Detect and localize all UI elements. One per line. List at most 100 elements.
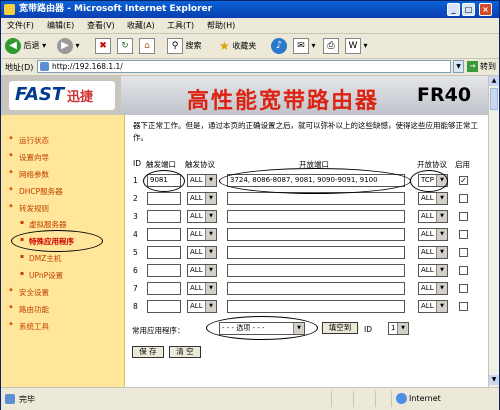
- table-row: 6 ALL ▼ ALL ▼: [131, 264, 486, 278]
- trigger-port-input[interactable]: [147, 300, 181, 313]
- header-enable: 启用: [455, 160, 470, 169]
- trigger-protocol-select[interactable]: ALL ▼: [187, 192, 217, 205]
- print-button[interactable]: ⎙: [323, 36, 339, 56]
- open-port-input[interactable]: [227, 264, 405, 277]
- forward-button[interactable]: ▶ ▾: [57, 36, 80, 56]
- sidebar-item-status[interactable]: 运行状态: [9, 135, 49, 146]
- sidebar-item-virtual-server[interactable]: 虚拟服务器: [20, 219, 66, 230]
- sidebar-nav: 运行状态 设置向导 网络参数 DHCP服务器 转发规则 虚拟服务器 特殊应用程序…: [1, 115, 125, 387]
- maximize-button[interactable]: □: [462, 3, 475, 16]
- scroll-thumb[interactable]: [490, 88, 498, 110]
- open-protocol-select[interactable]: ALL ▼: [418, 300, 448, 313]
- sidebar-item-security[interactable]: 安全设置: [9, 287, 49, 298]
- trigger-protocol-select[interactable]: ALL ▼: [187, 174, 217, 187]
- enable-checkbox[interactable]: ✓: [459, 176, 468, 185]
- close-button[interactable]: ×: [479, 3, 492, 16]
- trigger-protocol-select[interactable]: ALL ▼: [187, 282, 217, 295]
- stop-button[interactable]: ✖: [95, 36, 111, 56]
- enable-checkbox[interactable]: [459, 230, 468, 239]
- go-button[interactable]: → 转到: [467, 60, 496, 73]
- edit-page-icon: W: [345, 37, 361, 54]
- open-port-input[interactable]: [227, 192, 405, 205]
- open-protocol-select[interactable]: ALL ▼: [418, 192, 448, 205]
- id-label: ID: [364, 325, 372, 334]
- table-row: 3 ALL ▼ ALL ▼: [131, 210, 486, 224]
- address-input[interactable]: http://192.168.1.1/: [37, 60, 451, 73]
- home-button[interactable]: ⌂: [139, 36, 155, 56]
- menu-edit[interactable]: 编辑(E): [47, 20, 74, 31]
- trigger-protocol-select[interactable]: ALL ▼: [187, 264, 217, 277]
- mail-icon: ✉: [293, 37, 309, 54]
- banner-title: 高性能宽带路由器: [187, 89, 380, 114]
- sidebar-item-upnp[interactable]: UPnP设置: [20, 270, 63, 281]
- trigger-port-input[interactable]: 9081: [147, 174, 181, 187]
- sidebar-item-wizard[interactable]: 设置向导: [9, 152, 49, 163]
- enable-checkbox[interactable]: [459, 248, 468, 257]
- enable-checkbox[interactable]: [459, 194, 468, 203]
- search-button[interactable]: ⚲ 搜索: [167, 36, 202, 56]
- open-protocol-select[interactable]: ALL ▼: [418, 228, 448, 241]
- enable-checkbox[interactable]: [459, 266, 468, 275]
- sidebar-item-special-app[interactable]: 特殊应用程序: [20, 236, 74, 247]
- sidebar-item-network[interactable]: 网络参数: [9, 169, 49, 180]
- open-port-input[interactable]: [227, 282, 405, 295]
- sidebar-item-routing[interactable]: 路由功能: [9, 304, 49, 315]
- minimize-button[interactable]: _: [447, 3, 460, 16]
- sidebar-item-system[interactable]: 系统工具: [9, 321, 49, 332]
- open-protocol-select[interactable]: TCP ▼: [418, 174, 448, 187]
- trigger-protocol-select[interactable]: ALL ▼: [187, 210, 217, 223]
- page-description: 器下正常工作。但是，通过本页的正确设置之后，就可以弥补以上的这些缺憾，使得这些应…: [133, 121, 478, 142]
- trigger-port-input[interactable]: [147, 264, 181, 277]
- menu-file[interactable]: 文件(F): [7, 20, 34, 31]
- open-protocol-select[interactable]: ALL ▼: [418, 210, 448, 223]
- refresh-button[interactable]: ↻: [117, 36, 133, 56]
- media-button[interactable]: ♪: [271, 36, 287, 56]
- open-port-input[interactable]: [227, 228, 405, 241]
- open-protocol-select[interactable]: ALL ▼: [418, 246, 448, 259]
- header-trigger-port: 触发端口: [146, 160, 176, 169]
- open-protocol-select[interactable]: ALL ▼: [418, 282, 448, 295]
- enable-checkbox[interactable]: [459, 302, 468, 311]
- sidebar-item-dmz[interactable]: DMZ主机: [20, 253, 62, 264]
- open-protocol-select[interactable]: ALL ▼: [418, 264, 448, 277]
- menu-tools[interactable]: 工具(T): [167, 20, 194, 31]
- go-arrow-icon: →: [467, 61, 478, 72]
- trigger-port-input[interactable]: [147, 282, 181, 295]
- mail-button[interactable]: ✉ ▾: [293, 36, 316, 56]
- vertical-scrollbar[interactable]: ▲ ▼: [488, 76, 499, 387]
- scroll-down-icon[interactable]: ▼: [489, 375, 499, 385]
- trigger-protocol-select[interactable]: ALL ▼: [187, 300, 217, 313]
- trigger-protocol-select[interactable]: ALL ▼: [187, 246, 217, 259]
- enable-checkbox[interactable]: [459, 212, 468, 221]
- edit-button[interactable]: W ▾: [345, 36, 368, 56]
- trigger-port-input[interactable]: [147, 246, 181, 259]
- trigger-port-input[interactable]: [147, 210, 181, 223]
- scroll-up-icon[interactable]: ▲: [489, 76, 499, 86]
- sidebar-item-dhcp[interactable]: DHCP服务器: [9, 186, 63, 197]
- open-port-input[interactable]: 3724, 8086-8087, 9081, 9090-9091, 9100: [227, 174, 405, 187]
- back-button[interactable]: ◀ 后退 ▾: [5, 36, 46, 56]
- open-port-input[interactable]: [227, 300, 405, 313]
- trigger-port-input[interactable]: [147, 228, 181, 241]
- sidebar-item-forwarding[interactable]: 转发规则: [9, 203, 49, 214]
- enable-checkbox[interactable]: [459, 284, 468, 293]
- favorites-button[interactable]: ★ 收藏夹: [219, 36, 256, 56]
- menu-favorites[interactable]: 收藏(A): [127, 20, 155, 31]
- open-port-input[interactable]: [227, 210, 405, 223]
- menu-help[interactable]: 帮助(H): [207, 20, 235, 31]
- clear-button[interactable]: 清 空: [169, 346, 201, 358]
- trigger-protocol-select[interactable]: ALL ▼: [187, 228, 217, 241]
- home-icon: ⌂: [139, 37, 155, 54]
- menu-view[interactable]: 查看(V): [87, 20, 115, 31]
- address-dropdown-button[interactable]: ▼: [453, 60, 464, 73]
- save-button[interactable]: 保 存: [132, 346, 164, 358]
- fill-to-button[interactable]: 填空到: [322, 322, 358, 334]
- media-icon: ♪: [271, 37, 287, 54]
- status-text: 完毕: [19, 395, 35, 404]
- id-select[interactable]: 1 ▼: [388, 322, 409, 335]
- open-port-input[interactable]: [227, 246, 405, 259]
- trigger-port-input[interactable]: [147, 192, 181, 205]
- common-apps-select[interactable]: - - - 选项 - - - ▼: [219, 322, 305, 335]
- table-row: 4 ALL ▼ ALL ▼: [131, 228, 486, 242]
- common-apps-label: 常用应用程序：: [132, 326, 185, 335]
